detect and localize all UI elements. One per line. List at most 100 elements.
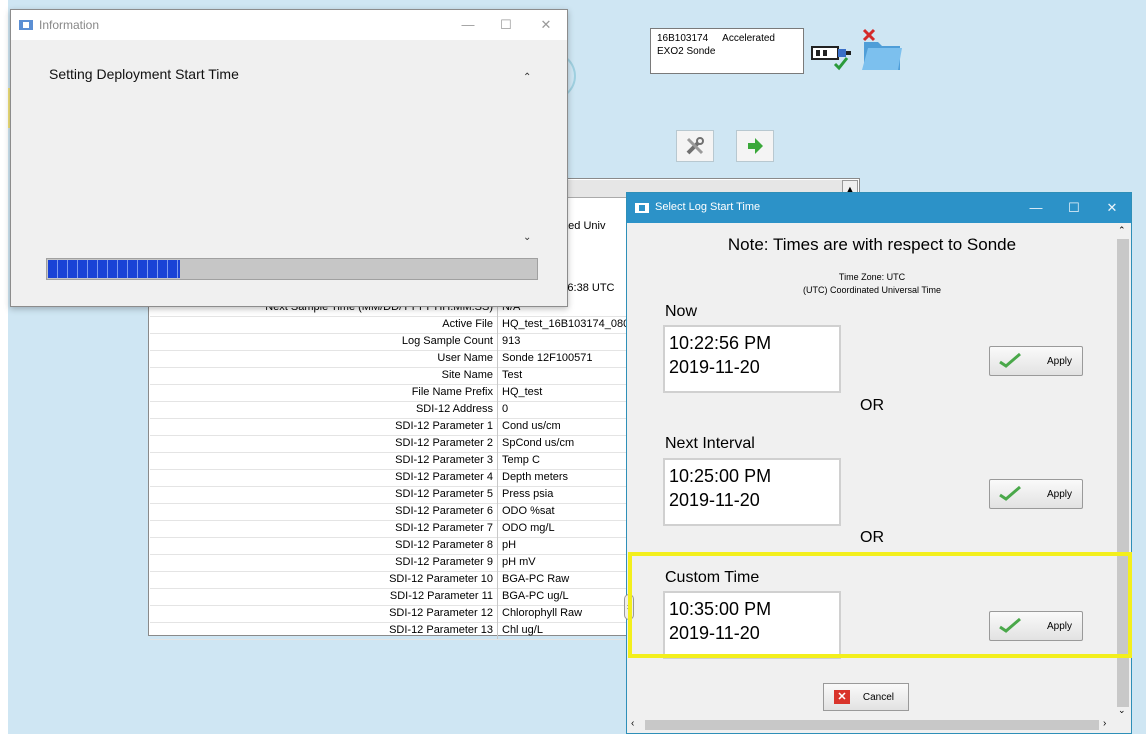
row-label: SDI-12 Parameter 3 (150, 452, 498, 469)
sonde-serial: 16B103174 (657, 33, 709, 44)
folder-icon[interactable] (858, 26, 906, 74)
row-label: User Name (150, 350, 498, 367)
row-label: Log Sample Count (150, 333, 498, 350)
progress-bar (46, 258, 538, 280)
row-label: SDI-12 Parameter 13 (150, 622, 498, 639)
row-value: ODO %sat (502, 505, 555, 517)
table-row[interactable]: SDI-12 Parameter 11 BGA-PC ug/L (150, 588, 626, 606)
apply-label: Apply (1046, 355, 1072, 367)
next-interval-field: 10:25:00 PM 2019-11-20 (663, 458, 841, 526)
desktop-strip (0, 0, 8, 734)
row-label: SDI-12 Parameter 1 (150, 418, 498, 435)
row-label: SDI-12 Parameter 5 (150, 486, 498, 503)
table-row[interactable]: SDI-12 Parameter 8 pH (150, 537, 626, 555)
row-value: Press psia (502, 488, 554, 500)
scroll-up-icon[interactable]: ⌃ (523, 72, 531, 83)
minimize-button[interactable]: — (457, 16, 479, 34)
cancel-button[interactable]: ✕ Cancel (823, 683, 909, 711)
close-button[interactable]: ✕ (1101, 199, 1123, 217)
table-row[interactable]: Active File HQ_test_16B103174_0802 (150, 316, 626, 334)
row-value: BGA-PC ug/L (502, 590, 569, 602)
table-row[interactable]: SDI-12 Parameter 5 Press psia (150, 486, 626, 504)
row-value: 0 (502, 403, 509, 415)
horizontal-scroll-thumb[interactable] (645, 720, 1099, 730)
table-row[interactable]: SDI-12 Parameter 3 Temp C (150, 452, 626, 470)
sonde-device-icon[interactable] (811, 38, 855, 72)
table-row[interactable]: SDI-12 Parameter 1 Cond us/cm (150, 418, 626, 436)
scroll-down-icon[interactable]: ⌄ (1118, 705, 1126, 716)
row-label: SDI-12 Parameter 11 (150, 588, 498, 605)
row-value: Cond us/cm (502, 420, 561, 432)
row-value: Temp C (502, 454, 540, 466)
now-date: 2019-11-20 (669, 357, 760, 377)
row-label: SDI-12 Parameter 8 (150, 537, 498, 554)
row-value: Test (502, 369, 523, 381)
tools-button[interactable] (676, 130, 714, 162)
note-text: Note: Times are with respect to Sonde (727, 235, 1017, 254)
time-zone-name: (UTC) Coordinated Universal Time (802, 285, 942, 295)
table-row[interactable]: SDI-12 Parameter 2 SpCond us/cm (150, 435, 626, 453)
table-row[interactable]: SDI-12 Parameter 7 ODO mg/L (150, 520, 626, 538)
table-row[interactable]: SDI-12 Address 0 (150, 401, 626, 419)
row-label: SDI-12 Parameter 4 (150, 469, 498, 486)
row-value: Depth meters (502, 471, 569, 483)
app-icon (19, 20, 33, 30)
minimize-button[interactable]: — (1025, 199, 1047, 217)
next-button[interactable] (736, 130, 774, 162)
row-value: SpCond us/cm (502, 437, 575, 449)
next-interval-time: 10:25:00 PM (669, 466, 772, 486)
table-row[interactable]: Site Name Test (150, 367, 626, 385)
progress-fill (48, 260, 180, 278)
status-message: Setting Deployment Start Time (49, 66, 239, 82)
table-row[interactable]: SDI-12 Parameter 10 BGA-PC Raw (150, 571, 626, 589)
table-row[interactable]: SDI-12 Parameter 6 ODO %sat (150, 503, 626, 521)
row-value: HQ_test_16B103174_0802 (502, 318, 626, 330)
information-dialog[interactable]: Information — ☐ ✕ Setting Deployment Sta… (10, 9, 568, 307)
row-label: File Name Prefix (150, 384, 498, 401)
check-icon (999, 352, 1021, 368)
table-row[interactable]: SDI-12 Parameter 9 pH mV (150, 554, 626, 572)
table-row[interactable]: Log Sample Count 913 (150, 333, 626, 351)
table-row[interactable]: File Name Prefix HQ_test (150, 384, 626, 402)
maximize-button[interactable]: ☐ (1063, 199, 1085, 217)
row-label: SDI-12 Parameter 6 (150, 503, 498, 520)
apply-now-button[interactable]: Apply (989, 346, 1083, 376)
time-zone-label: Time Zone: UTC (838, 272, 906, 282)
row-label: SDI-12 Address (150, 401, 498, 418)
table-row[interactable]: SDI-12 Parameter 12 Chlorophyll Raw (150, 605, 626, 623)
table-row[interactable]: SDI-12 Parameter 13 Chl ug/L (150, 622, 626, 640)
sonde-info-box[interactable]: 16B103174 Accelerated EXO2 Sonde (650, 28, 804, 74)
row-value: Chlorophyll Raw (502, 607, 583, 619)
scroll-down-icon[interactable]: ⌄ (523, 232, 531, 243)
table-row[interactable]: SDI-12 Parameter 4 Depth meters (150, 469, 626, 487)
next-interval-date: 2019-11-20 (669, 490, 760, 510)
app-icon (635, 203, 649, 213)
dialog-title: Information (39, 18, 100, 32)
next-interval-label: Next Interval (665, 435, 755, 452)
row-value: HQ_test (502, 386, 543, 398)
apply-next-interval-button[interactable]: Apply (989, 479, 1083, 509)
sonde-status: Accelerated (722, 33, 775, 44)
maximize-button[interactable]: ☐ (495, 16, 517, 34)
row-label: SDI-12 Parameter 12 (150, 605, 498, 622)
cancel-x-icon: ✕ (834, 690, 850, 704)
row-value: Sonde 12F100571 (502, 352, 593, 364)
or-separator: OR (860, 397, 884, 414)
dialog-title: Select Log Start Time (655, 201, 761, 213)
check-icon (999, 485, 1021, 501)
row-value: pH mV (502, 556, 536, 568)
sonde-model: EXO2 Sonde (657, 46, 716, 57)
row-label: SDI-12 Parameter 2 (150, 435, 498, 452)
row-label: SDI-12 Parameter 9 (150, 554, 498, 571)
scroll-left-icon[interactable]: ‹ (631, 718, 634, 729)
row-label: SDI-12 Parameter 10 (150, 571, 498, 588)
table-row[interactable]: User Name Sonde 12F100571 (150, 350, 626, 368)
row-value: 913 (502, 335, 521, 347)
now-label: Now (665, 303, 698, 320)
scroll-up-icon[interactable]: ⌃ (1118, 225, 1126, 236)
scroll-right-icon[interactable]: › (1103, 718, 1106, 729)
arrow-right-icon (748, 138, 763, 154)
cancel-label: Cancel (862, 691, 894, 703)
highlight-box (628, 552, 1132, 658)
close-button[interactable]: ✕ (535, 16, 557, 34)
